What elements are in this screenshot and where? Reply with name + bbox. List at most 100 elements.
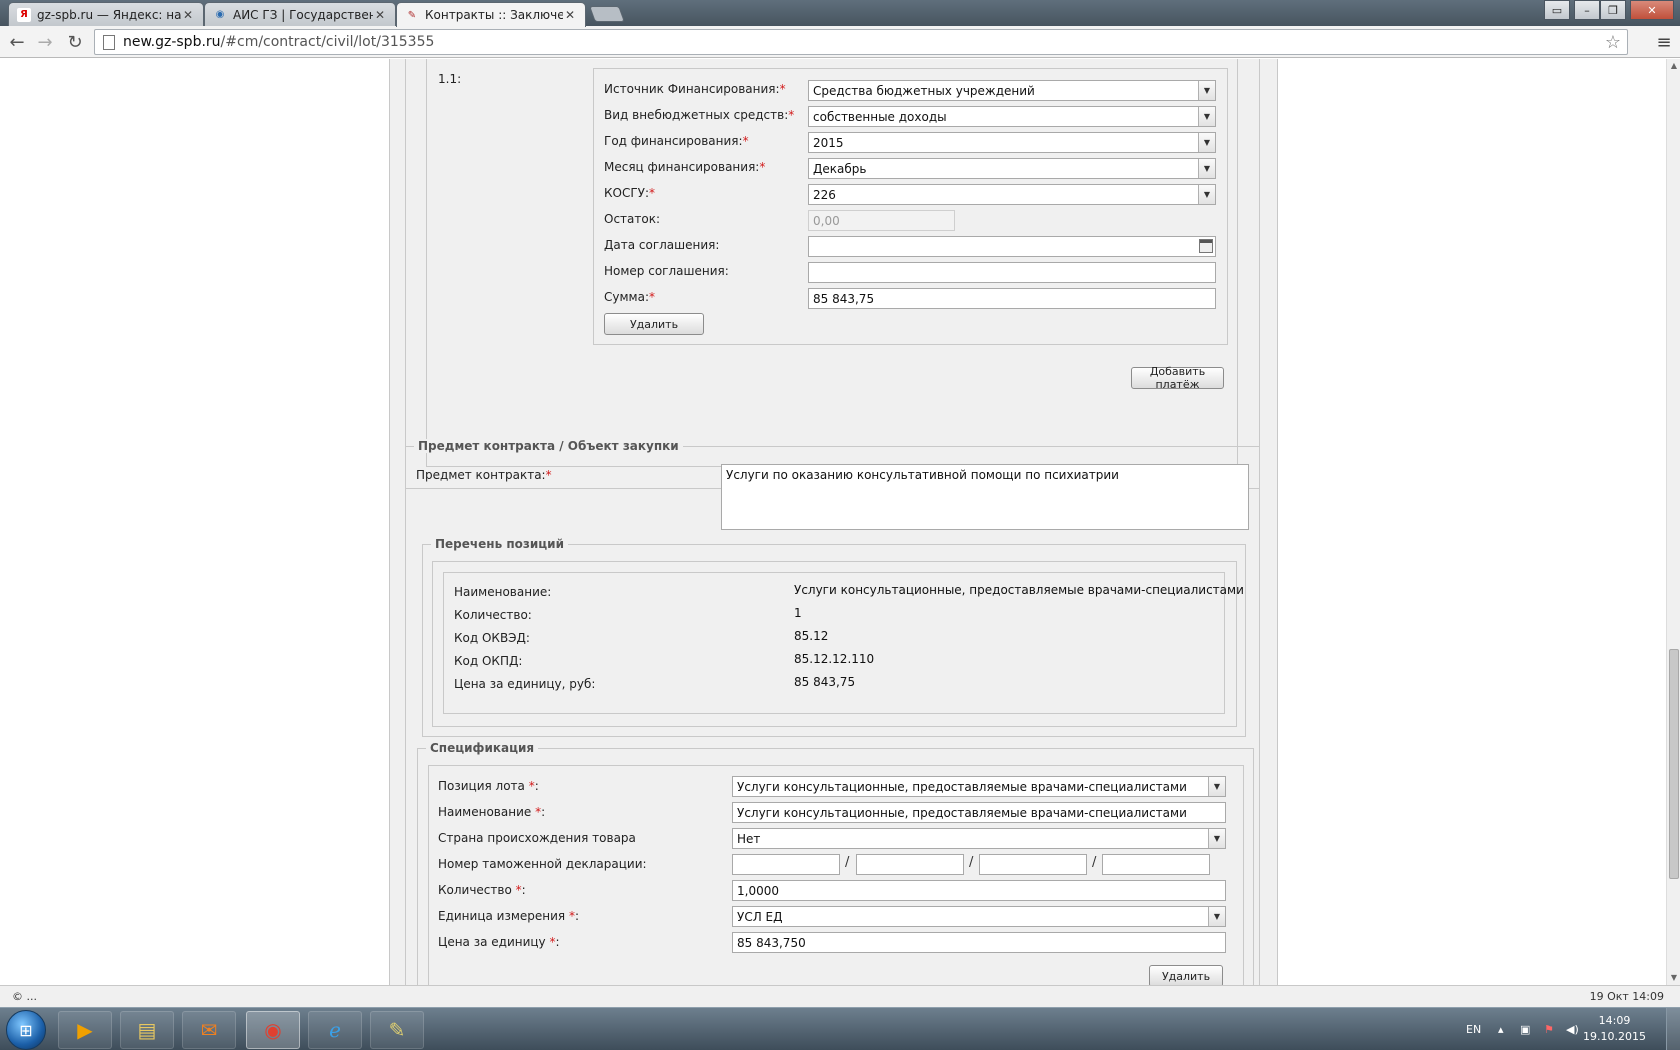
customs-declaration-label: Номер таможенной декларации: <box>438 857 647 871</box>
funding-month-select[interactable]: Декабрь ▼ <box>808 158 1216 179</box>
user-icon[interactable]: ▭ <box>1544 0 1570 20</box>
kosgu-select[interactable]: 226 ▼ <box>808 184 1216 205</box>
position-price-value: 85 843,75 <box>794 675 856 689</box>
agreement-number-field[interactable] <box>808 262 1216 283</box>
chevron-down-icon[interactable]: ▼ <box>1198 81 1215 100</box>
close-window-icon[interactable]: ✕ <box>1630 0 1674 20</box>
internet-explorer-icon[interactable]: ℯ <box>308 1011 362 1049</box>
scrollbar-thumb[interactable] <box>1669 649 1679 879</box>
chevron-down-icon[interactable]: ▼ <box>1208 907 1225 926</box>
spec-name-field[interactable]: Услуги консультационные, предоставляемые… <box>732 802 1226 823</box>
positions-legend: Перечень позиций <box>431 537 568 551</box>
scroll-down-icon[interactable]: ▼ <box>1667 971 1680 985</box>
clock-date: 19.10.2015 <box>1583 1030 1646 1043</box>
show-desktop-button[interactable] <box>1666 1008 1680 1050</box>
funding-month-label: Месяц финансирования:* <box>604 160 766 174</box>
page-scrollbar[interactable]: ▲ ▼ <box>1666 59 1680 985</box>
position-okpd-value: 85.12.12.110 <box>794 652 875 666</box>
delete-payment-button[interactable]: Удалить <box>604 313 704 335</box>
lot-position-label: Позиция лота *: <box>438 779 539 793</box>
outlook-icon[interactable]: ✉ <box>182 1011 236 1049</box>
delete-spec-button[interactable]: Удалить <box>1149 965 1223 985</box>
agreement-date-field[interactable] <box>808 236 1216 257</box>
status-datetime: 19 Окт 14:09 <box>1589 990 1664 1003</box>
forward-icon[interactable]: → <box>32 30 58 54</box>
country-select[interactable]: Нет ▼ <box>732 828 1226 849</box>
media-player-icon[interactable]: ▶ <box>58 1011 112 1049</box>
language-indicator[interactable]: EN <box>1466 1008 1481 1050</box>
remainder-label: Остаток: <box>604 212 661 226</box>
position-name-label: Наименование: <box>454 585 552 599</box>
lot-position-select[interactable]: Услуги консультационные, предоставляемые… <box>732 776 1226 797</box>
chevron-down-icon[interactable]: ▼ <box>1198 185 1215 204</box>
separator: / <box>1092 855 1097 870</box>
tab-title: АИС ГЗ | Государственны <box>233 7 373 22</box>
page-icon <box>103 34 115 50</box>
network-icon[interactable]: ▣ <box>1520 1008 1530 1050</box>
chevron-down-icon[interactable]: ▼ <box>1198 133 1215 152</box>
subject-textarea[interactable]: Услуги по оказанию консультативной помощ… <box>721 464 1249 530</box>
tab-yandex[interactable]: Я gz-spb.ru — Яндекс: наш ✕ <box>8 2 204 26</box>
subject-legend: Предмет контракта / Объект закупки <box>414 439 683 453</box>
funding-year-select[interactable]: 2015 ▼ <box>808 132 1216 153</box>
folder-icon[interactable]: ▤ <box>120 1011 174 1049</box>
flag-icon[interactable]: ⚑ <box>1544 1008 1554 1050</box>
close-tab-icon[interactable]: ✕ <box>181 8 195 22</box>
separator: / <box>845 855 850 870</box>
position-price-label: Цена за единицу, руб: <box>454 677 596 691</box>
quantity-label: Количество *: <box>438 883 526 897</box>
reload-icon[interactable]: ↻ <box>62 30 88 54</box>
menu-icon[interactable]: ≡ <box>1652 30 1676 54</box>
yandex-icon: Я <box>17 7 31 22</box>
customs-part-4-field[interactable] <box>1102 854 1210 875</box>
position-okved-label: Код ОКВЭД: <box>454 631 530 645</box>
customs-part-2-field[interactable] <box>856 854 964 875</box>
new-tab-button[interactable] <box>589 6 625 22</box>
chrome-icon[interactable]: ◉ <box>246 1011 300 1049</box>
chevron-down-icon[interactable]: ▼ <box>1208 829 1225 848</box>
position-quantity-label: Количество: <box>454 608 532 622</box>
customs-part-3-field[interactable] <box>979 854 1087 875</box>
close-tab-icon[interactable]: ✕ <box>373 8 387 22</box>
extrabudget-type-select[interactable]: собственные доходы ▼ <box>808 106 1216 127</box>
url-path: /#cm/contract/civil/lot/315355 <box>220 34 435 50</box>
clock-time: 14:09 <box>1598 1014 1631 1027</box>
calendar-icon[interactable] <box>1199 239 1213 253</box>
maximize-icon[interactable]: ❐ <box>1600 0 1626 20</box>
back-icon[interactable]: ← <box>4 30 30 54</box>
system-clock[interactable]: 14:09 19.10.2015 <box>1583 1013 1646 1045</box>
kosgu-label: КОСГУ:* <box>604 186 656 200</box>
volume-icon[interactable]: ◀) <box>1566 1008 1579 1050</box>
payment-index: 1.1: <box>438 72 462 86</box>
tab-contracts[interactable]: ✎ Контракты :: Заключение ✕ <box>396 2 586 27</box>
chevron-down-icon[interactable]: ▼ <box>1198 107 1215 126</box>
unit-price-field[interactable]: 85 843,750 <box>732 932 1226 953</box>
unit-label: Единица измерения *: <box>438 909 579 923</box>
unit-select[interactable]: УСЛ ЕД ▼ <box>732 906 1226 927</box>
tray-expand-icon[interactable]: ▴ <box>1498 1008 1504 1050</box>
position-okved-value: 85.12 <box>794 629 829 643</box>
amount-field[interactable]: 85 843,75 <box>808 288 1216 309</box>
quantity-field[interactable]: 1,0000 <box>732 880 1226 901</box>
country-label: Страна происхождения товара <box>438 831 636 845</box>
chevron-down-icon[interactable]: ▼ <box>1208 777 1225 796</box>
windows-start-icon[interactable]: ⊞ <box>6 1010 46 1050</box>
add-payment-button[interactable]: Добавить платёж <box>1131 365 1224 391</box>
funding-source-select[interactable]: Средства бюджетных учреждений ▼ <box>808 80 1216 101</box>
customs-part-1-field[interactable] <box>732 854 840 875</box>
close-tab-icon[interactable]: ✕ <box>563 8 577 22</box>
tab-title: Контракты :: Заключение <box>425 8 563 22</box>
minimize-icon[interactable]: – <box>1574 0 1600 20</box>
browser-toolbar: ← → ↻ new.gz-spb.ru/#cm/contract/civil/l… <box>0 26 1680 58</box>
chevron-down-icon[interactable]: ▼ <box>1198 159 1215 178</box>
contract-form: 1.1: Источник Финансирования:* Средства … <box>389 59 1278 985</box>
tab-title: gz-spb.ru — Яндекс: наш <box>37 7 181 22</box>
position-okpd-label: Код ОКПД: <box>454 654 523 668</box>
tab-ais-gz[interactable]: ◉ АИС ГЗ | Государственны ✕ <box>204 2 396 26</box>
address-bar[interactable]: new.gz-spb.ru/#cm/contract/civil/lot/315… <box>94 29 1628 55</box>
paint-icon[interactable]: ✎ <box>370 1011 424 1049</box>
scroll-up-icon[interactable]: ▲ <box>1667 59 1680 73</box>
position-quantity-value: 1 <box>794 606 802 620</box>
bookmark-star-icon[interactable]: ☆ <box>1605 32 1621 53</box>
spec-legend: Спецификация <box>426 741 539 755</box>
